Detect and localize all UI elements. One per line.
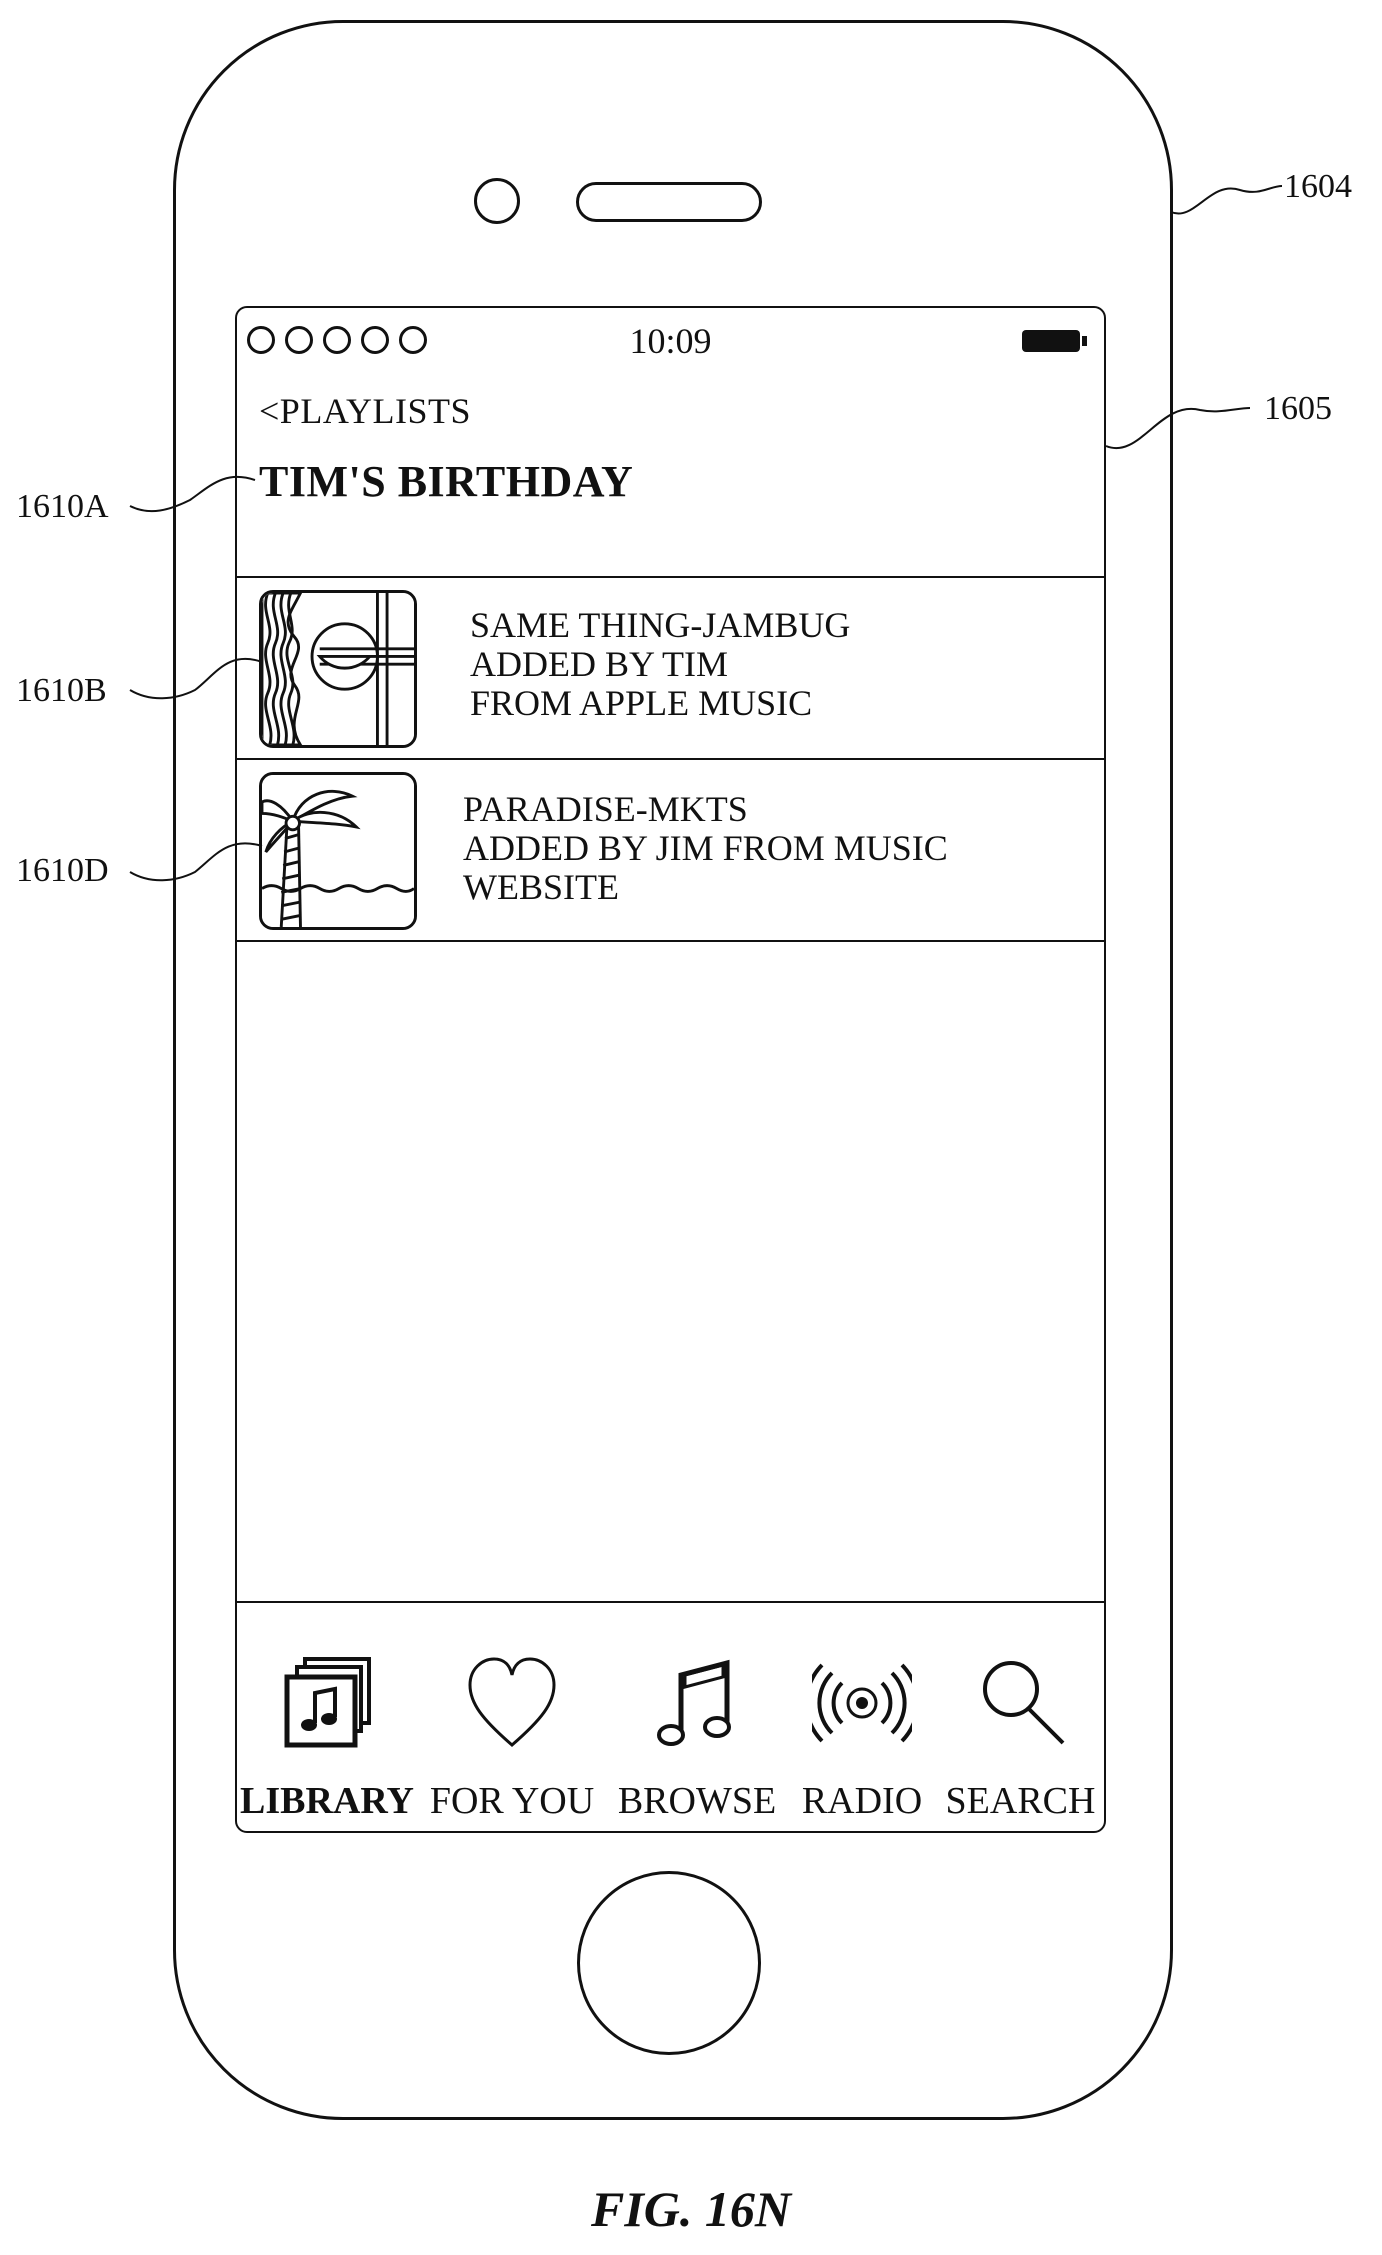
callout-screen: 1605 <box>1264 390 1332 428</box>
tab-for-you[interactable]: FOR YOU <box>417 1603 607 1833</box>
library-icon <box>277 1653 377 1753</box>
status-bar: 10:09 <box>237 308 1104 368</box>
back-to-playlists-link[interactable]: <PLAYLISTS <box>259 390 471 432</box>
callout-song-2: 1610D <box>16 852 109 890</box>
song-title: SAME THING-JAMBUG <box>470 606 850 645</box>
battery-icon <box>1022 330 1080 352</box>
tab-radio[interactable]: RADIO <box>787 1603 937 1833</box>
tab-library[interactable]: LIBRARY <box>237 1603 417 1833</box>
callout-device: 1604 <box>1284 168 1352 206</box>
figure-caption: FIG. 16N <box>0 2180 1382 2238</box>
sunset-waves-art <box>259 590 417 748</box>
song-title: PARADISE-MKTS <box>463 790 948 829</box>
camera-icon <box>474 178 520 224</box>
song-source: FROM APPLE MUSIC <box>470 684 850 723</box>
device-screen: 10:09 <PLAYLISTS TIM'S BIRTHDAY <box>235 306 1106 1833</box>
tab-bar: LIBRARY FOR YOU BROWSE <box>237 1603 1104 1833</box>
tab-label: BROWSE <box>607 1779 787 1823</box>
palm-tree-art <box>259 772 417 930</box>
song-row[interactable]: SAME THING-JAMBUG ADDED BY TIM FROM APPL… <box>237 578 1104 760</box>
tab-label: LIBRARY <box>237 1779 417 1823</box>
tab-browse[interactable]: BROWSE <box>607 1603 787 1833</box>
status-time: 10:09 <box>237 320 1104 362</box>
song-details: SAME THING-JAMBUG ADDED BY TIM FROM APPL… <box>470 606 850 723</box>
radio-icon <box>812 1653 912 1753</box>
music-note-icon <box>647 1653 747 1753</box>
home-button[interactable] <box>577 1871 761 2055</box>
callout-song-1: 1610B <box>16 672 107 710</box>
song-added-by: ADDED BY TIM <box>470 645 850 684</box>
song-source: WEBSITE <box>463 868 948 907</box>
song-row[interactable]: PARADISE-MKTS ADDED BY JIM FROM MUSIC WE… <box>237 760 1104 942</box>
heart-icon <box>462 1653 562 1753</box>
search-icon <box>971 1653 1071 1753</box>
song-added-by: ADDED BY JIM FROM MUSIC <box>463 829 948 868</box>
song-details: PARADISE-MKTS ADDED BY JIM FROM MUSIC WE… <box>463 790 948 907</box>
speaker-grille <box>576 182 762 222</box>
tab-search[interactable]: SEARCH <box>937 1603 1104 1833</box>
tab-label: RADIO <box>787 1779 937 1823</box>
tab-label: FOR YOU <box>417 1779 607 1823</box>
tab-label: SEARCH <box>937 1779 1104 1823</box>
callout-title: 1610A <box>16 488 109 526</box>
playlist-title: TIM'S BIRTHDAY <box>259 456 633 507</box>
